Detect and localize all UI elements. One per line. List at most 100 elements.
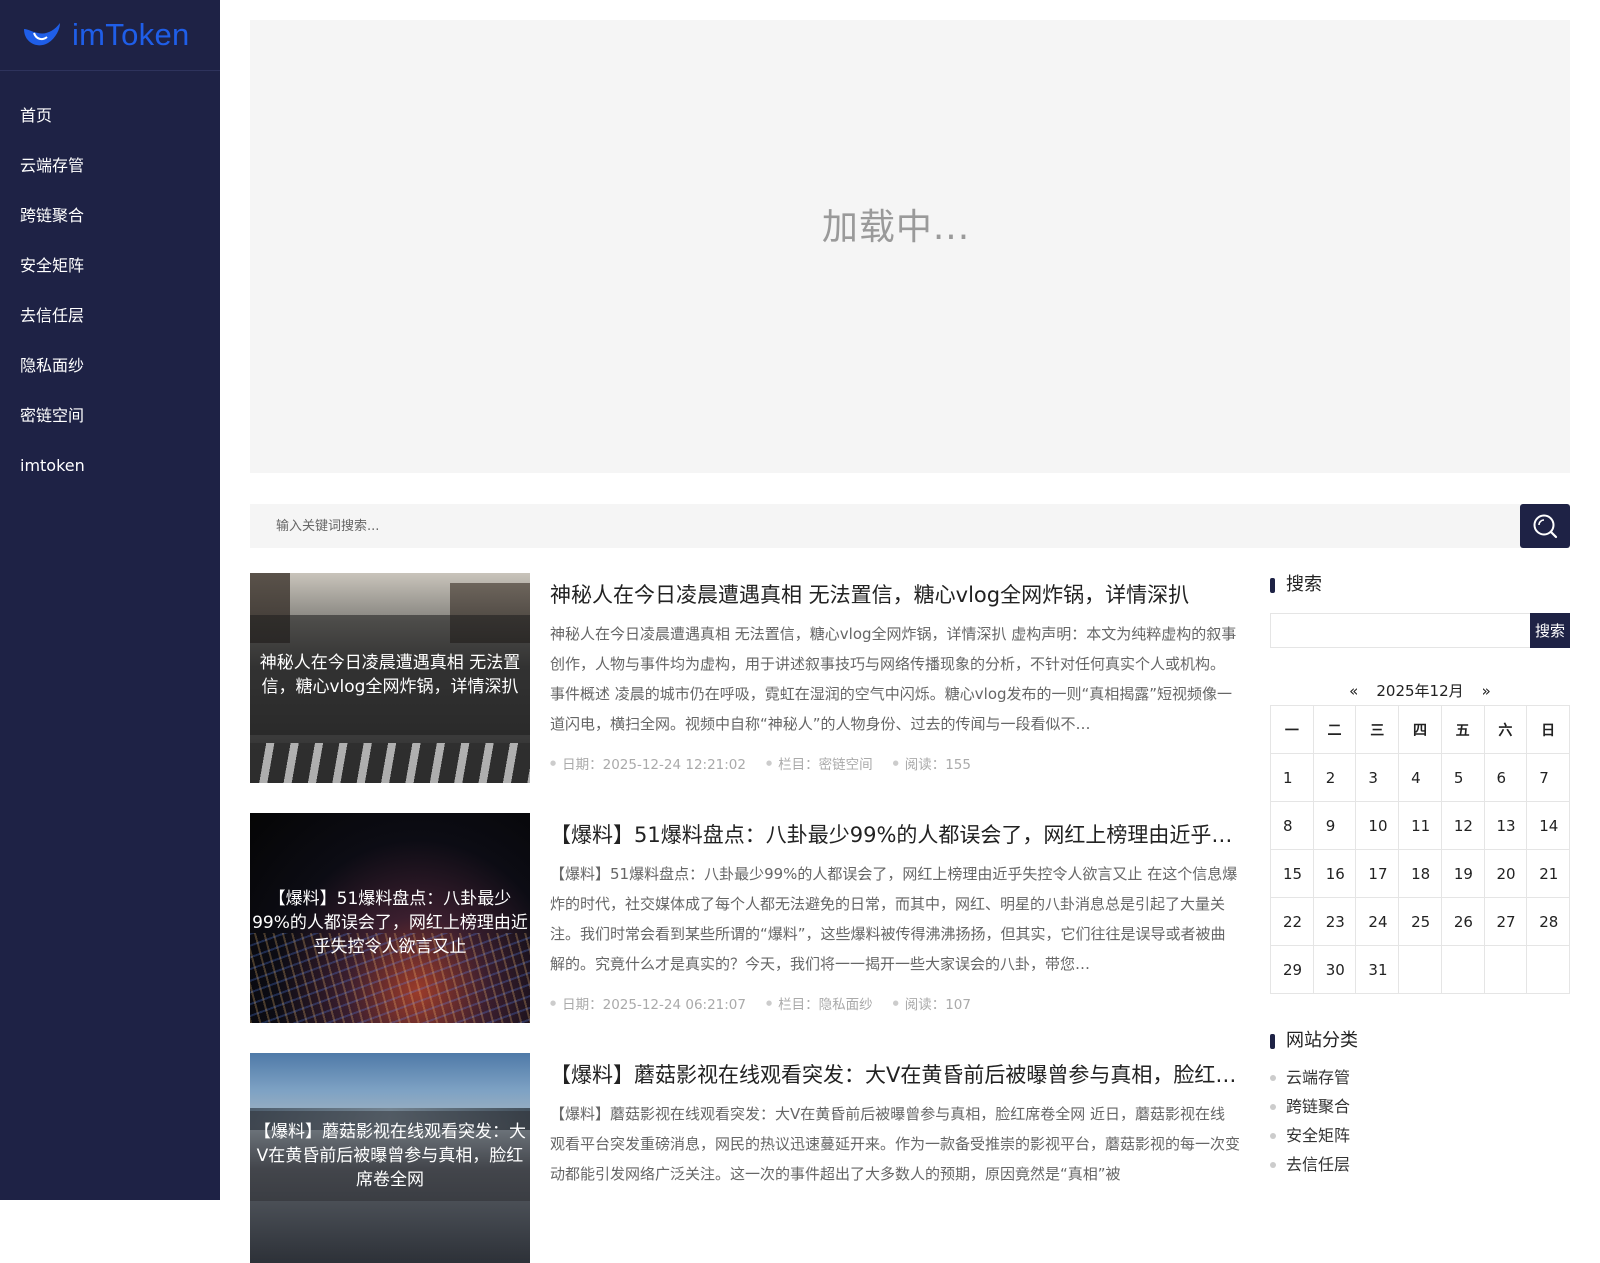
calendar-week-row: 1234567 (1270, 753, 1570, 802)
calendar-day[interactable]: 14 (1526, 801, 1570, 850)
calendar-day[interactable]: 27 (1483, 897, 1528, 946)
article-reads: 阅读：107 (893, 993, 971, 1013)
weekday: 日 (1526, 705, 1570, 754)
sidebar: imToken 首页 云端存管 跨链聚合 安全矩阵 去信任层 隐私面纱 密链空间… (0, 0, 220, 1200)
calendar-day[interactable]: 11 (1398, 801, 1442, 850)
weekday: 三 (1355, 705, 1400, 754)
calendar-day (1526, 945, 1570, 994)
calendar-day[interactable]: 24 (1355, 897, 1400, 946)
calendar-day[interactable]: 15 (1270, 849, 1314, 898)
article-title[interactable]: 【爆料】51爆料盘点：八卦最少99%的人都误会了，网红上榜理由近乎失控令人欲言又… (550, 819, 1240, 849)
sidebar-nav: 首页 云端存管 跨链聚合 安全矩阵 去信任层 隐私面纱 密链空间 imtoken (0, 91, 220, 491)
calendar-prev-button[interactable]: « (1349, 682, 1358, 700)
thumbnail-caption: 【爆料】蘑菇影视在线观看突发：大V在黄昏前后被曝曾参与真相，脸红席卷全网 (250, 1111, 530, 1201)
article-category: 栏目：隐私面纱 (766, 993, 873, 1013)
calendar-day[interactable]: 9 (1312, 801, 1357, 850)
calendar-day[interactable]: 4 (1398, 753, 1442, 802)
search-button[interactable] (1520, 504, 1570, 548)
calendar-week-row: 8 9 10 11 12 13 14 (1270, 801, 1570, 850)
calendar-day[interactable]: 13 (1483, 801, 1528, 850)
calendar-day (1398, 945, 1442, 994)
calendar-day[interactable]: 18 (1398, 849, 1442, 898)
nav-item-cloud-custody[interactable]: 云端存管 (0, 141, 220, 191)
calendar-week-row: 29 30 31 (1270, 945, 1570, 994)
calendar-week-row: 22 23 24 25 26 27 28 (1270, 897, 1570, 946)
calendar-week-row: 15 16 17 18 19 20 21 (1270, 849, 1570, 898)
calendar-day[interactable]: 5 (1440, 753, 1485, 802)
loading-text: 加载中... (821, 207, 971, 248)
calendar-day[interactable]: 30 (1312, 945, 1357, 994)
calendar-month: 2025年12月 (1376, 682, 1464, 700)
weekday: 五 (1440, 705, 1485, 754)
calendar-day[interactable]: 6 (1483, 753, 1528, 802)
calendar-day[interactable]: 7 (1526, 753, 1570, 802)
logo-icon (24, 23, 60, 46)
article-thumbnail[interactable]: 神秘人在今日凌晨遭遇真相 无法置信，糖心vlog全网炸锅，详情深扒 (250, 573, 530, 783)
nav-item-trustless-layer[interactable]: 去信任层 (0, 291, 220, 341)
article-title[interactable]: 神秘人在今日凌晨遭遇真相 无法置信，糖心vlog全网炸锅，详情深扒 (550, 579, 1240, 609)
sidebar-widgets: 搜索 搜索 « 2025年12月 » 一 二 三 四 五 六 日 12 3 4 … (1270, 573, 1570, 1174)
logo[interactable]: imToken (0, 0, 220, 71)
article-excerpt: 神秘人在今日凌晨遭遇真相 无法置信，糖心vlog全网炸锅，详情深扒 虚构声明：本… (550, 625, 1237, 733)
calendar: 一 二 三 四 五 六 日 1 2 3 4 5 6 7 8 9 10 11 12 13 14 15 16 17 1… (1270, 705, 1570, 994)
weekday: 二 (1312, 705, 1357, 754)
nav-item-secret-chain[interactable]: 密链空间 (0, 391, 220, 441)
search-input[interactable] (250, 504, 1520, 548)
calendar-day[interactable]: 21 (1526, 849, 1570, 898)
category-item[interactable]: 跨链聚合 (1270, 1092, 1350, 1121)
category-item[interactable]: 去信任层 (1270, 1150, 1350, 1179)
nav-item-security-matrix[interactable]: 安全矩阵 (0, 241, 220, 291)
widget-search: 搜索 (1270, 613, 1570, 648)
calendar-day[interactable]: 22 (1270, 897, 1314, 946)
calendar-day[interactable]: 23 (1312, 897, 1357, 946)
category-item[interactable]: 安全矩阵 (1270, 1121, 1350, 1150)
weekday: 六 (1483, 705, 1528, 754)
article-date: 日期：2025-12-24 06:21:07 (550, 993, 746, 1013)
calendar-day[interactable]: 25 (1398, 897, 1442, 946)
calendar-day[interactable]: 8 (1270, 801, 1314, 850)
thumbnail-caption: 【爆料】51爆料盘点：八卦最少99%的人都误会了，网红上榜理由近乎失控令人欲言又… (252, 889, 528, 957)
article-reads: 阅读：155 (893, 753, 971, 773)
calendar-header: « 2025年12月 » (1270, 680, 1570, 701)
calendar-day[interactable]: 12 (1440, 801, 1485, 850)
weekday: 四 (1398, 705, 1442, 754)
nav-item-cross-chain[interactable]: 跨链聚合 (0, 191, 220, 241)
article-item: 【爆料】51爆料盘点：八卦最少99%的人都误会了，网红上榜理由近乎失控令人欲言又… (250, 813, 1240, 1023)
article-item: 【爆料】蘑菇影视在线观看突发：大V在黄昏前后被曝曾参与真相，脸红席卷全网 【爆料… (250, 1053, 1240, 1263)
widget-search-button[interactable]: 搜索 (1530, 613, 1570, 648)
calendar-day (1483, 945, 1528, 994)
calendar-day[interactable]: 28 (1526, 897, 1570, 946)
calendar-weekday-row: 一 二 三 四 五 六 日 (1270, 705, 1570, 754)
category-widget-title: 网站分类 (1270, 1029, 1358, 1053)
category-item[interactable]: 云端存管 (1270, 1063, 1350, 1092)
calendar-day[interactable]: 2 (1312, 753, 1357, 802)
category-list: 云端存管 跨链聚合 安全矩阵 去信任层 (1270, 1063, 1350, 1179)
nav-item-privacy-veil[interactable]: 隐私面纱 (0, 341, 220, 391)
calendar-day[interactable]: 26 (1440, 897, 1485, 946)
nav-item-imtoken[interactable]: imtoken (0, 441, 220, 491)
weekday: 一 (1270, 705, 1314, 754)
article-meta: 日期：2025-12-24 06:21:07 栏目：隐私面纱 阅读：107 (550, 993, 971, 1013)
thumbnail-caption: 神秘人在今日凌晨遭遇真相 无法置信，糖心vlog全网炸锅，详情深扒 (250, 615, 530, 735)
calendar-day[interactable]: 10 (1355, 801, 1400, 850)
calendar-day[interactable]: 20 (1483, 849, 1528, 898)
article-meta: 日期：2025-12-24 12:21:02 栏目：密链空间 阅读：155 (550, 753, 971, 773)
article-date: 日期：2025-12-24 12:21:02 (550, 753, 746, 773)
brand-name: imToken (72, 17, 190, 52)
calendar-day[interactable]: 16 (1312, 849, 1357, 898)
widget-search-input[interactable] (1271, 614, 1531, 647)
calendar-day[interactable]: 19 (1440, 849, 1485, 898)
calendar-day[interactable]: 31 (1355, 945, 1400, 994)
article-thumbnail[interactable]: 【爆料】蘑菇影视在线观看突发：大V在黄昏前后被曝曾参与真相，脸红席卷全网 (250, 1053, 530, 1263)
calendar-day[interactable]: 29 (1270, 945, 1314, 994)
calendar-day[interactable]: 17 (1355, 849, 1400, 898)
article-category: 栏目：密链空间 (766, 753, 873, 773)
calendar-day (1440, 945, 1485, 994)
calendar-day[interactable]: 1 (1270, 753, 1314, 802)
calendar-day[interactable]: 3 (1355, 753, 1400, 802)
article-title[interactable]: 【爆料】蘑菇影视在线观看突发：大V在黄昏前后被曝曾参与真相，脸红席卷全网 (550, 1059, 1240, 1089)
calendar-next-button[interactable]: » (1482, 682, 1491, 700)
article-thumbnail[interactable]: 【爆料】51爆料盘点：八卦最少99%的人都误会了，网红上榜理由近乎失控令人欲言又… (250, 813, 530, 1023)
article-item: 神秘人在今日凌晨遭遇真相 无法置信，糖心vlog全网炸锅，详情深扒 神秘人在今日… (250, 573, 1240, 783)
nav-item-home[interactable]: 首页 (0, 91, 220, 141)
